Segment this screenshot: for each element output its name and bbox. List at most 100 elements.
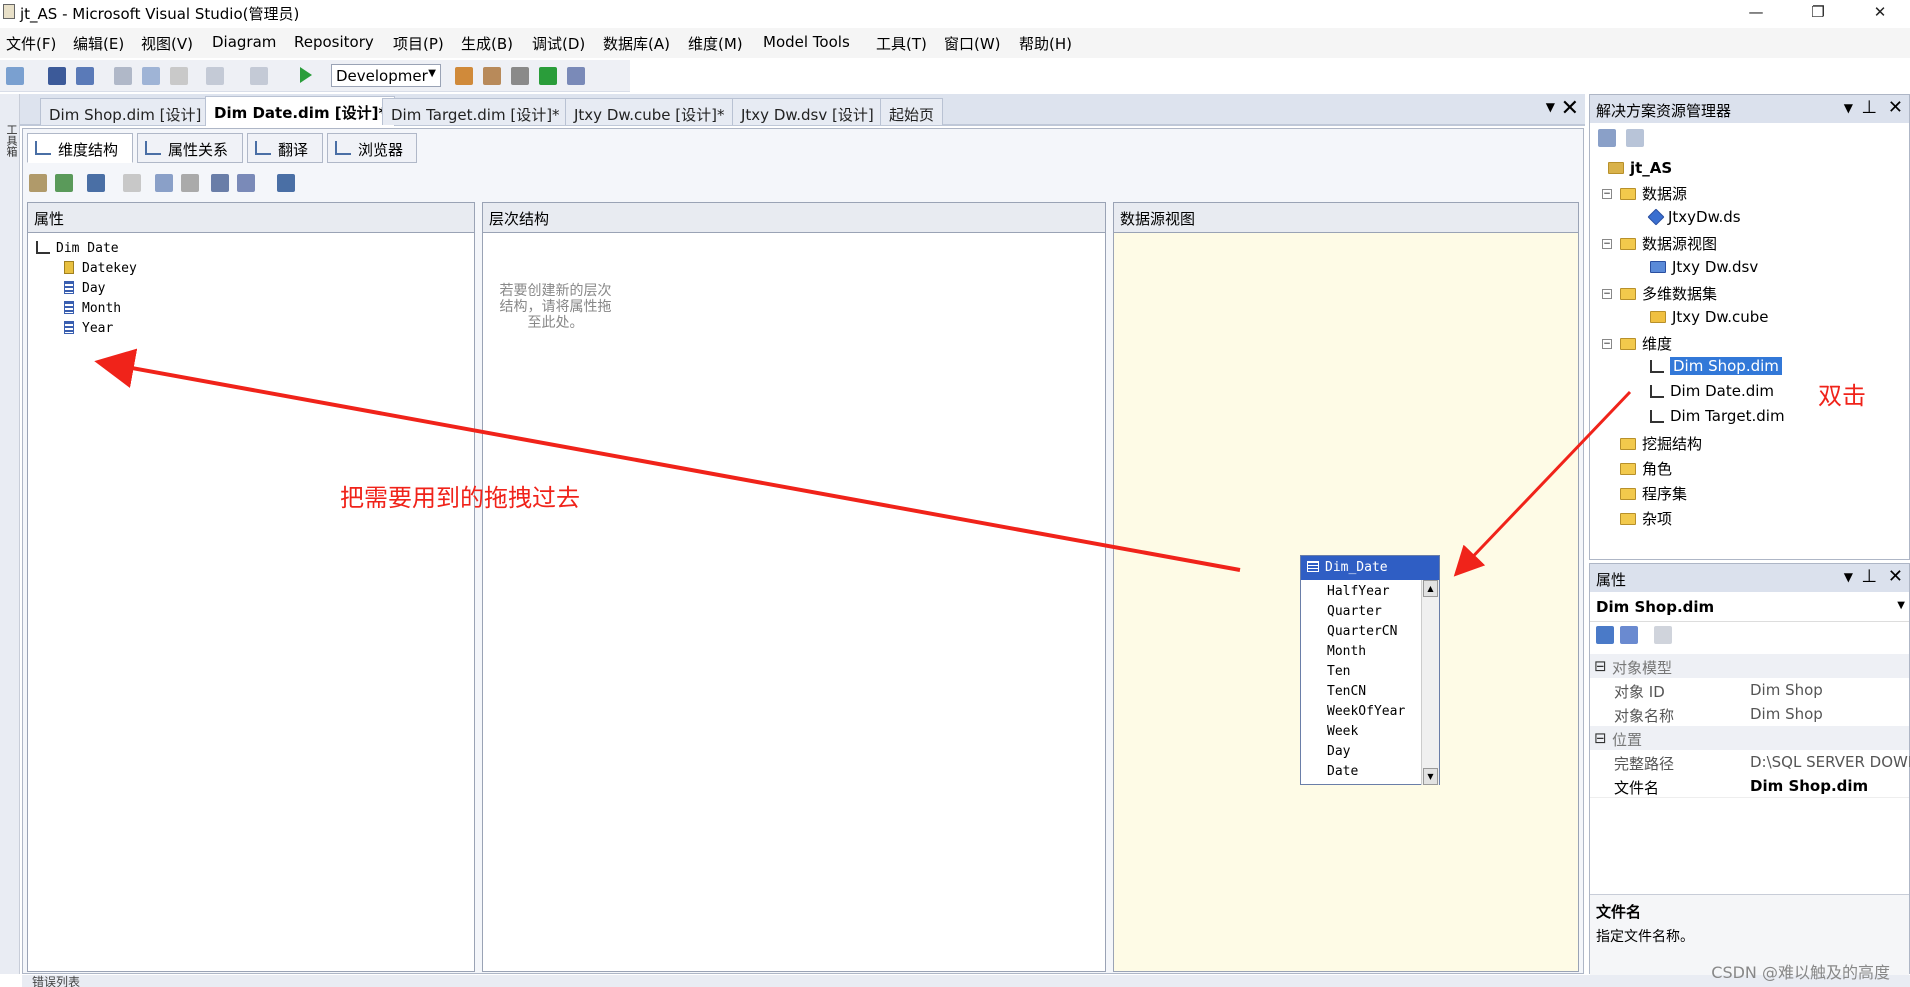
chevron-down-icon[interactable]: ▼ [1844, 101, 1853, 115]
menu-file[interactable]: 文件(F) [6, 33, 56, 54]
menu-model-tools[interactable]: Model Tools [763, 33, 850, 51]
scroll-down-icon[interactable]: ▼ [1423, 768, 1438, 785]
properties-icon[interactable] [1598, 129, 1616, 147]
new-attribute-icon[interactable] [87, 174, 105, 192]
dsv-column[interactable]: Week [1327, 724, 1358, 739]
dsv-column[interactable]: WeekOfYear [1327, 704, 1405, 719]
close-icon[interactable]: ✕ [1888, 97, 1903, 118]
dsv-column[interactable]: QuarterCN [1327, 624, 1397, 639]
collapse-icon[interactable]: ⊟ [1594, 657, 1607, 675]
se-item-cube[interactable]: Jtxy Dw.cube [1650, 308, 1769, 326]
property-row[interactable]: 对象名称 Dim Shop [1590, 702, 1909, 726]
save-icon[interactable] [48, 67, 66, 85]
menu-diagram[interactable]: Diagram [212, 33, 276, 51]
pin-icon[interactable]: ⊥ [1861, 97, 1877, 118]
dsv-column[interactable]: Quarter [1327, 604, 1382, 619]
dimension-root[interactable]: Dim Date [36, 241, 119, 256]
se-item-dsv[interactable]: Jtxy Dw.dsv [1650, 258, 1758, 276]
dsv-column[interactable]: Date [1327, 764, 1358, 779]
menu-debug[interactable]: 调试(D) [532, 33, 585, 54]
start-debug-icon[interactable] [300, 67, 312, 83]
menu-edit[interactable]: 编辑(E) [73, 33, 124, 54]
zoom-fit-icon[interactable] [211, 174, 229, 192]
property-row[interactable]: 文件名 Dim Shop.dim [1590, 774, 1909, 798]
collapse-icon[interactable]: − [1602, 289, 1612, 299]
category-location[interactable]: ⊟ 位置 [1590, 726, 1909, 750]
se-folder-dsv[interactable]: 数据源视图 [1620, 233, 1717, 254]
delete-icon[interactable] [123, 174, 141, 192]
toolbox-strip[interactable]: 工具箱 [0, 94, 20, 974]
dsv-column[interactable]: Month [1327, 644, 1366, 659]
new-project-icon[interactable] [6, 67, 24, 85]
solution-config-select[interactable]: Developmer ▼ [331, 64, 441, 87]
paste-icon[interactable] [170, 67, 188, 85]
process-icon[interactable] [29, 174, 47, 192]
menu-window[interactable]: 窗口(W) [944, 33, 1001, 54]
tab-dimension-structure[interactable]: 维度结构 [27, 133, 133, 163]
property-row[interactable]: 完整路径 D:\SQL SERVER DOWN [1590, 750, 1910, 774]
hierarchies-pane[interactable]: 层次结构 若要创建新的层次结构，请将属性拖至此处。 [482, 202, 1106, 972]
menu-tools[interactable]: 工具(T) [876, 33, 927, 54]
scroll-up-icon[interactable]: ▲ [1423, 580, 1438, 597]
copy-icon[interactable] [142, 67, 160, 85]
attribute-item[interactable]: Datekey [64, 261, 137, 276]
se-folder-dimensions[interactable]: 维度 [1620, 333, 1672, 354]
show-table-icon[interactable] [155, 174, 173, 192]
tab-dim-shop[interactable]: Dim Shop.dim [设计] [40, 98, 211, 125]
se-folder-mining[interactable]: 挖掘结构 [1620, 433, 1702, 454]
collapse-icon[interactable]: − [1602, 239, 1612, 249]
tab-dim-target[interactable]: Dim Target.dim [设计]* [382, 98, 569, 125]
minimize-button[interactable]: — [1733, 0, 1779, 26]
arrange-icon[interactable] [277, 174, 295, 192]
dsv-table[interactable]: Dim_Date HalfYear Quarter QuarterCN Mont… [1300, 555, 1440, 785]
command-window-icon[interactable] [567, 67, 585, 85]
se-folder-misc[interactable]: 杂项 [1620, 508, 1672, 529]
dsv-table-scrollbar[interactable]: ▲ ▼ [1421, 580, 1439, 785]
attribute-item[interactable]: Month [64, 301, 121, 316]
se-item-dim-target[interactable]: Dim Target.dim [1650, 407, 1785, 425]
zoom-icon[interactable] [237, 174, 255, 192]
close-window-button[interactable]: ✕ [1857, 0, 1903, 26]
se-folder-data-sources[interactable]: 数据源 [1620, 183, 1687, 204]
toolbox-icon[interactable] [511, 67, 529, 85]
tab-start-page[interactable]: 起始页 [880, 98, 944, 125]
collapse-icon[interactable]: ⊟ [1594, 729, 1607, 747]
redo-icon[interactable] [250, 67, 268, 85]
se-item-dim-date[interactable]: Dim Date.dim [1650, 382, 1774, 400]
menu-build[interactable]: 生成(B) [461, 33, 513, 54]
restore-button[interactable]: ❐ [1795, 0, 1841, 26]
cut-icon[interactable] [114, 67, 132, 85]
attribute-item[interactable]: Year [64, 321, 113, 336]
alphabetical-icon[interactable] [1620, 626, 1638, 644]
find-in-files-icon[interactable] [455, 67, 473, 85]
collapse-icon[interactable]: − [1602, 339, 1612, 349]
hide-table-icon[interactable] [181, 174, 199, 192]
save-all-icon[interactable] [76, 67, 94, 85]
se-project[interactable]: jt_AS [1608, 159, 1672, 177]
dsv-column[interactable]: Ten [1327, 664, 1350, 679]
se-folder-assemblies[interactable]: 程序集 [1620, 483, 1687, 504]
tab-list-dropdown-icon[interactable]: ▼ [1546, 100, 1555, 114]
menu-help[interactable]: 帮助(H) [1019, 33, 1072, 54]
undo-icon[interactable] [206, 67, 224, 85]
tab-jtxy-cube[interactable]: Jtxy Dw.cube [设计]* [565, 98, 734, 125]
property-pages-icon[interactable] [1654, 626, 1672, 644]
se-folder-roles[interactable]: 角色 [1620, 458, 1672, 479]
object-selector[interactable]: Dim Shop.dim ▼ [1590, 594, 1909, 622]
tab-dim-date[interactable]: Dim Date.dim [设计]* [205, 96, 396, 126]
close-icon[interactable]: ✕ [1888, 566, 1903, 587]
properties-window-icon[interactable] [483, 67, 501, 85]
dsv-table-header[interactable]: Dim_Date [1301, 556, 1439, 580]
object-browser-icon[interactable] [539, 67, 557, 85]
tab-translations[interactable]: 翻译 [247, 133, 323, 163]
se-folder-cubes[interactable]: 多维数据集 [1620, 283, 1717, 304]
menu-dimension[interactable]: 维度(M) [688, 33, 743, 54]
chevron-down-icon[interactable]: ▼ [1844, 570, 1853, 584]
menu-database[interactable]: 数据库(A) [603, 33, 670, 54]
dsv-column[interactable]: HalfYear [1327, 584, 1390, 599]
property-row[interactable]: 对象 ID Dim Shop [1590, 678, 1909, 702]
se-item-dim-shop[interactable]: Dim Shop.dim [1650, 357, 1782, 375]
menu-repository[interactable]: Repository [294, 33, 374, 51]
error-list-tab[interactable]: 错误列表 [32, 973, 80, 987]
collapse-icon[interactable]: − [1602, 189, 1612, 199]
